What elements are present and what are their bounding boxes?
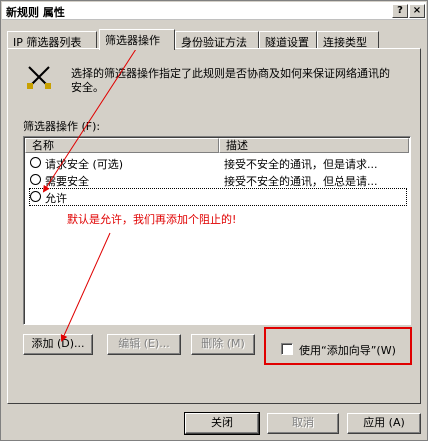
- close-window-button[interactable]: ×: [409, 4, 425, 18]
- title-bar: 新规则 属性 ? ×: [2, 2, 426, 20]
- radio-button[interactable]: [30, 191, 41, 202]
- filter-action-description: 选择的筛选器操作指定了此规则是否协商及如何来保证网络通讯的安全。: [71, 67, 390, 94]
- radio-button[interactable]: [30, 174, 41, 185]
- cancel-button[interactable]: 取消: [267, 413, 339, 434]
- tab-authentication-methods[interactable]: 身份验证方法: [175, 31, 259, 49]
- tab-filter-action[interactable]: 筛选器操作: [99, 29, 175, 50]
- window-title: 新规则 属性: [6, 6, 65, 19]
- highlight-box: [264, 327, 412, 365]
- tab-connection-type[interactable]: 连接类型: [317, 31, 379, 49]
- item-description: 接受不安全的通讯，但总是请...: [224, 175, 378, 188]
- list-item[interactable]: 需要安全 接受不安全的通讯，但总是请...: [30, 172, 406, 188]
- tab-tunnel-settings[interactable]: 隧道设置: [259, 31, 317, 49]
- remove-button[interactable]: 删除 (M): [191, 334, 255, 355]
- item-name: 需要安全: [45, 175, 89, 188]
- close-button[interactable]: 关闭: [184, 412, 260, 435]
- tab-strip: IP 筛选器列表 筛选器操作 身份验证方法 隧道设置 连接类型: [7, 29, 427, 50]
- annotation-text: 默认是允许，我们再添加个阻止的!: [67, 213, 237, 226]
- add-button[interactable]: 添加 (D)...: [23, 334, 93, 355]
- filter-action-icon: [27, 66, 51, 89]
- column-header-name[interactable]: 名称: [25, 138, 219, 153]
- column-header-description[interactable]: 描述: [219, 138, 409, 153]
- list-item[interactable]: 请求安全 (可选) 接受不安全的通讯，但是请求...: [30, 155, 406, 171]
- item-description: 接受不安全的通讯，但是请求...: [224, 158, 378, 171]
- help-button[interactable]: ?: [392, 4, 408, 18]
- list-item[interactable]: 允许: [29, 188, 407, 206]
- item-name: 请求安全 (可选): [45, 158, 124, 171]
- tab-ip-filter-list[interactable]: IP 筛选器列表: [7, 31, 97, 49]
- edit-button[interactable]: 编辑 (E)...: [107, 334, 181, 355]
- apply-button[interactable]: 应用 (A): [347, 413, 421, 434]
- properties-dialog: 新规则 属性 ? × IP 筛选器列表 筛选器操作 身份验证方法 隧道设置 连接…: [0, 0, 428, 441]
- filter-action-list[interactable]: 名称 描述 请求安全 (可选) 接受不安全的通讯，但是请求... 需要安全 接受…: [23, 136, 411, 325]
- radio-button[interactable]: [30, 157, 41, 168]
- filter-actions-label: 筛选器操作 (F):: [23, 120, 101, 133]
- item-name: 允许: [45, 192, 67, 205]
